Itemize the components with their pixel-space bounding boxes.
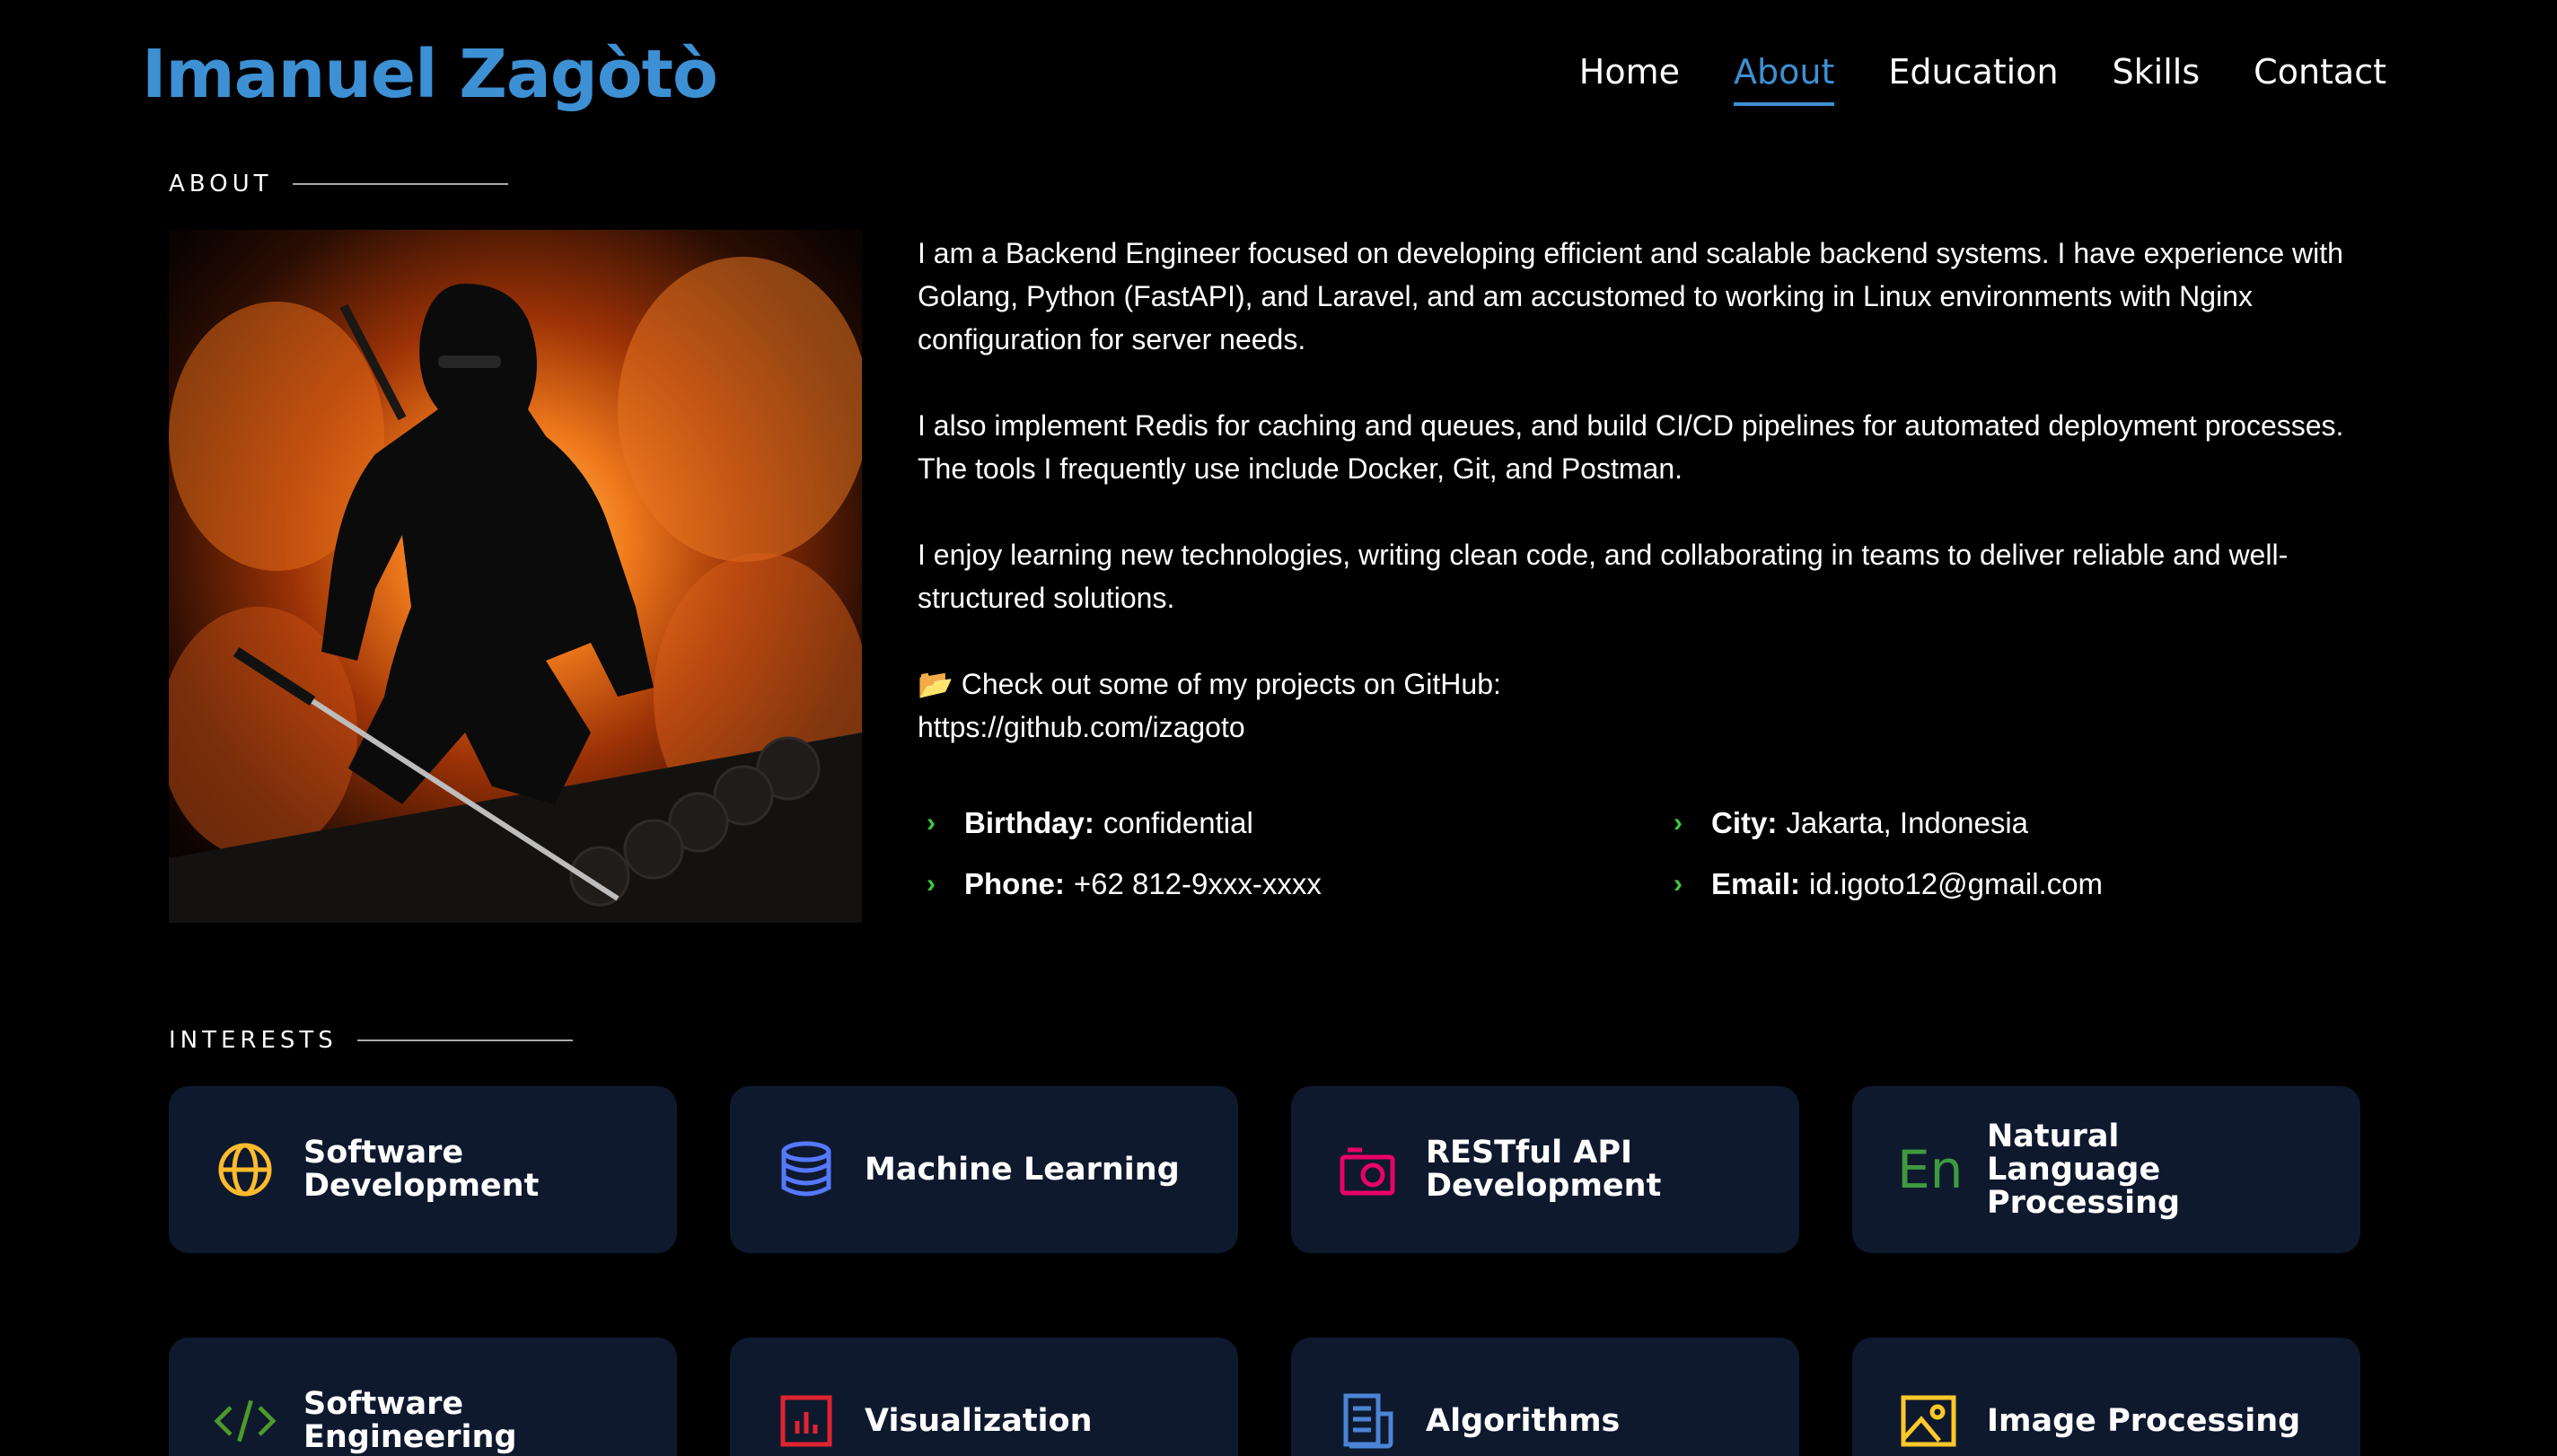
info-birthday: › Birthday: confidential	[927, 806, 1253, 840]
info-label: Email:	[1711, 867, 1801, 900]
info-value[interactable]: id.igoto12@gmail.com	[1809, 867, 2103, 901]
profile-image	[169, 230, 862, 923]
about-section-title: ABOUT	[169, 171, 508, 197]
about-description: I am a Backend Engineer focused on devel…	[918, 232, 2372, 749]
interest-card[interactable]: Algorithms	[1291, 1338, 1799, 1456]
globe-icon	[214, 1138, 277, 1201]
interest-card[interactable]: En Natural Language Processing	[1852, 1086, 2360, 1253]
info-phone: › Phone: +62 812-9xxx-xxxx	[927, 867, 1322, 901]
site-header: Imanuel Zagòtò Home About Education Skil…	[0, 0, 2557, 162]
github-line: 📂 Check out some of my projects on GitHu…	[918, 668, 1501, 700]
info-label: City:	[1711, 806, 1778, 839]
bar-chart-icon	[775, 1390, 838, 1452]
svg-text:En: En	[1897, 1143, 1960, 1197]
about-paragraph: I am a Backend Engineer focused on devel…	[918, 237, 2343, 355]
chevron-right-icon: ›	[927, 869, 936, 899]
info-label: Phone:	[964, 867, 1065, 900]
interest-label: Natural Language Processing	[1987, 1118, 2181, 1221]
interest-card[interactable]: Software Development	[169, 1086, 677, 1253]
info-email: › Email: id.igoto12@gmail.com	[1674, 867, 2103, 901]
code-icon	[214, 1390, 277, 1452]
nav-home[interactable]: Home	[1579, 52, 1680, 104]
github-paragraph: 📂 Check out some of my projects on GitHu…	[918, 662, 2372, 749]
interests-title-text: INTERESTS	[169, 1027, 338, 1054]
en-icon: En	[1897, 1138, 1960, 1201]
about-paragraph: I enjoy learning new technologies, writi…	[918, 539, 2289, 614]
camera-icon	[1336, 1138, 1399, 1201]
interest-card[interactable]: Visualization	[730, 1338, 1238, 1456]
interest-card[interactable]: Image Processing	[1852, 1338, 2360, 1456]
chevron-right-icon: ›	[927, 808, 936, 838]
site-logo[interactable]: Imanuel Zagòtò	[142, 36, 718, 113]
document-icon	[1336, 1390, 1399, 1452]
info-value: +62 812-9xxx-xxxx	[1073, 867, 1322, 900]
interest-label: Algorithms	[1426, 1402, 1621, 1439]
interest-label: Software Development	[303, 1135, 540, 1204]
interest-card[interactable]: RESTful API Development	[1291, 1086, 1799, 1253]
interest-label: Machine Learning	[865, 1151, 1180, 1188]
interests-section-title: INTERESTS	[169, 1027, 573, 1054]
nav-about[interactable]: About	[1734, 52, 1835, 106]
interest-label: RESTful API Development	[1426, 1135, 1662, 1204]
chevron-right-icon: ›	[1674, 808, 1683, 838]
info-value: Jakarta, Indonesia	[1786, 806, 2029, 839]
info-label: Birthday:	[964, 806, 1094, 839]
ninja-illustration	[169, 230, 862, 923]
interest-card[interactable]: Machine Learning	[730, 1086, 1238, 1253]
interest-label: Software Engineering	[303, 1386, 517, 1455]
nav-contact[interactable]: Contact	[2254, 52, 2386, 104]
interest-card[interactable]: Software Engineering	[169, 1338, 677, 1456]
database-icon	[775, 1138, 838, 1201]
info-value: confidential	[1103, 806, 1253, 839]
nav-education[interactable]: Education	[1888, 52, 2058, 104]
about-title-text: ABOUT	[169, 171, 273, 197]
info-city: › City: Jakarta, Indonesia	[1674, 806, 2028, 840]
github-link[interactable]: https://github.com/izagoto	[918, 711, 1245, 743]
main-nav: Home About Education Skills Contact	[1525, 52, 2386, 106]
title-divider	[292, 183, 508, 185]
about-paragraph: I also implement Redis for caching and q…	[918, 409, 2344, 485]
image-icon	[1897, 1390, 1960, 1452]
interest-label: Visualization	[865, 1402, 1093, 1439]
interest-label: Image Processing	[1987, 1402, 2301, 1439]
chevron-right-icon: ›	[1674, 869, 1683, 899]
nav-skills[interactable]: Skills	[2113, 52, 2201, 104]
title-divider	[356, 1039, 573, 1041]
